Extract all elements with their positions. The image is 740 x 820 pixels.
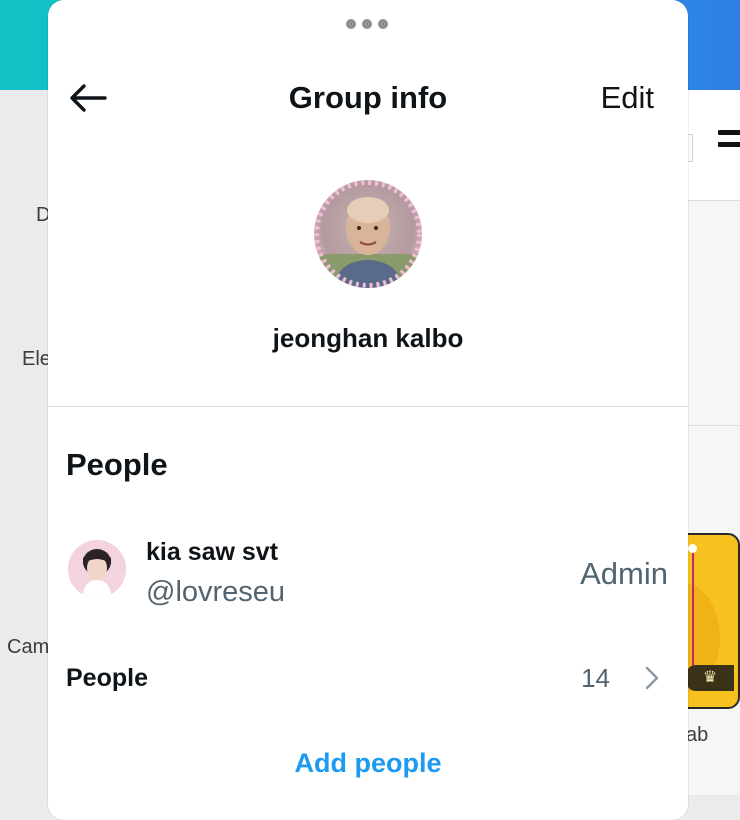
chevron-right-icon xyxy=(645,666,659,690)
people-row-label: People xyxy=(66,664,148,692)
people-count: 14 xyxy=(581,663,610,693)
crown-icon: ♛ xyxy=(686,665,734,691)
group-avatar[interactable] xyxy=(314,180,422,288)
member-row[interactable]: kia saw svt @lovreseu Admin xyxy=(48,530,688,608)
background-label: Ele xyxy=(22,348,51,370)
background-label: ab xyxy=(686,724,709,746)
avatar xyxy=(68,540,126,598)
edit-button[interactable]: Edit xyxy=(601,78,654,118)
member-handle: @lovreseu xyxy=(146,576,286,608)
menu-icon xyxy=(718,130,740,160)
section-divider xyxy=(48,406,688,407)
people-section-title: People xyxy=(66,447,168,482)
member-name: kia saw svt xyxy=(146,538,279,566)
group-info-sheet: Group info Edit jeonghan kalbo People ki… xyxy=(48,0,688,820)
background-divider xyxy=(688,425,740,426)
people-list-row[interactable]: People 14 xyxy=(48,656,688,702)
background-label: Cam xyxy=(7,636,50,658)
member-role-badge: Admin xyxy=(580,556,668,591)
sheet-drag-handle[interactable] xyxy=(346,19,388,29)
page-title: Group info xyxy=(288,80,448,115)
group-name: jeonghan kalbo xyxy=(272,323,464,353)
add-people-button[interactable]: Add people xyxy=(48,744,688,782)
